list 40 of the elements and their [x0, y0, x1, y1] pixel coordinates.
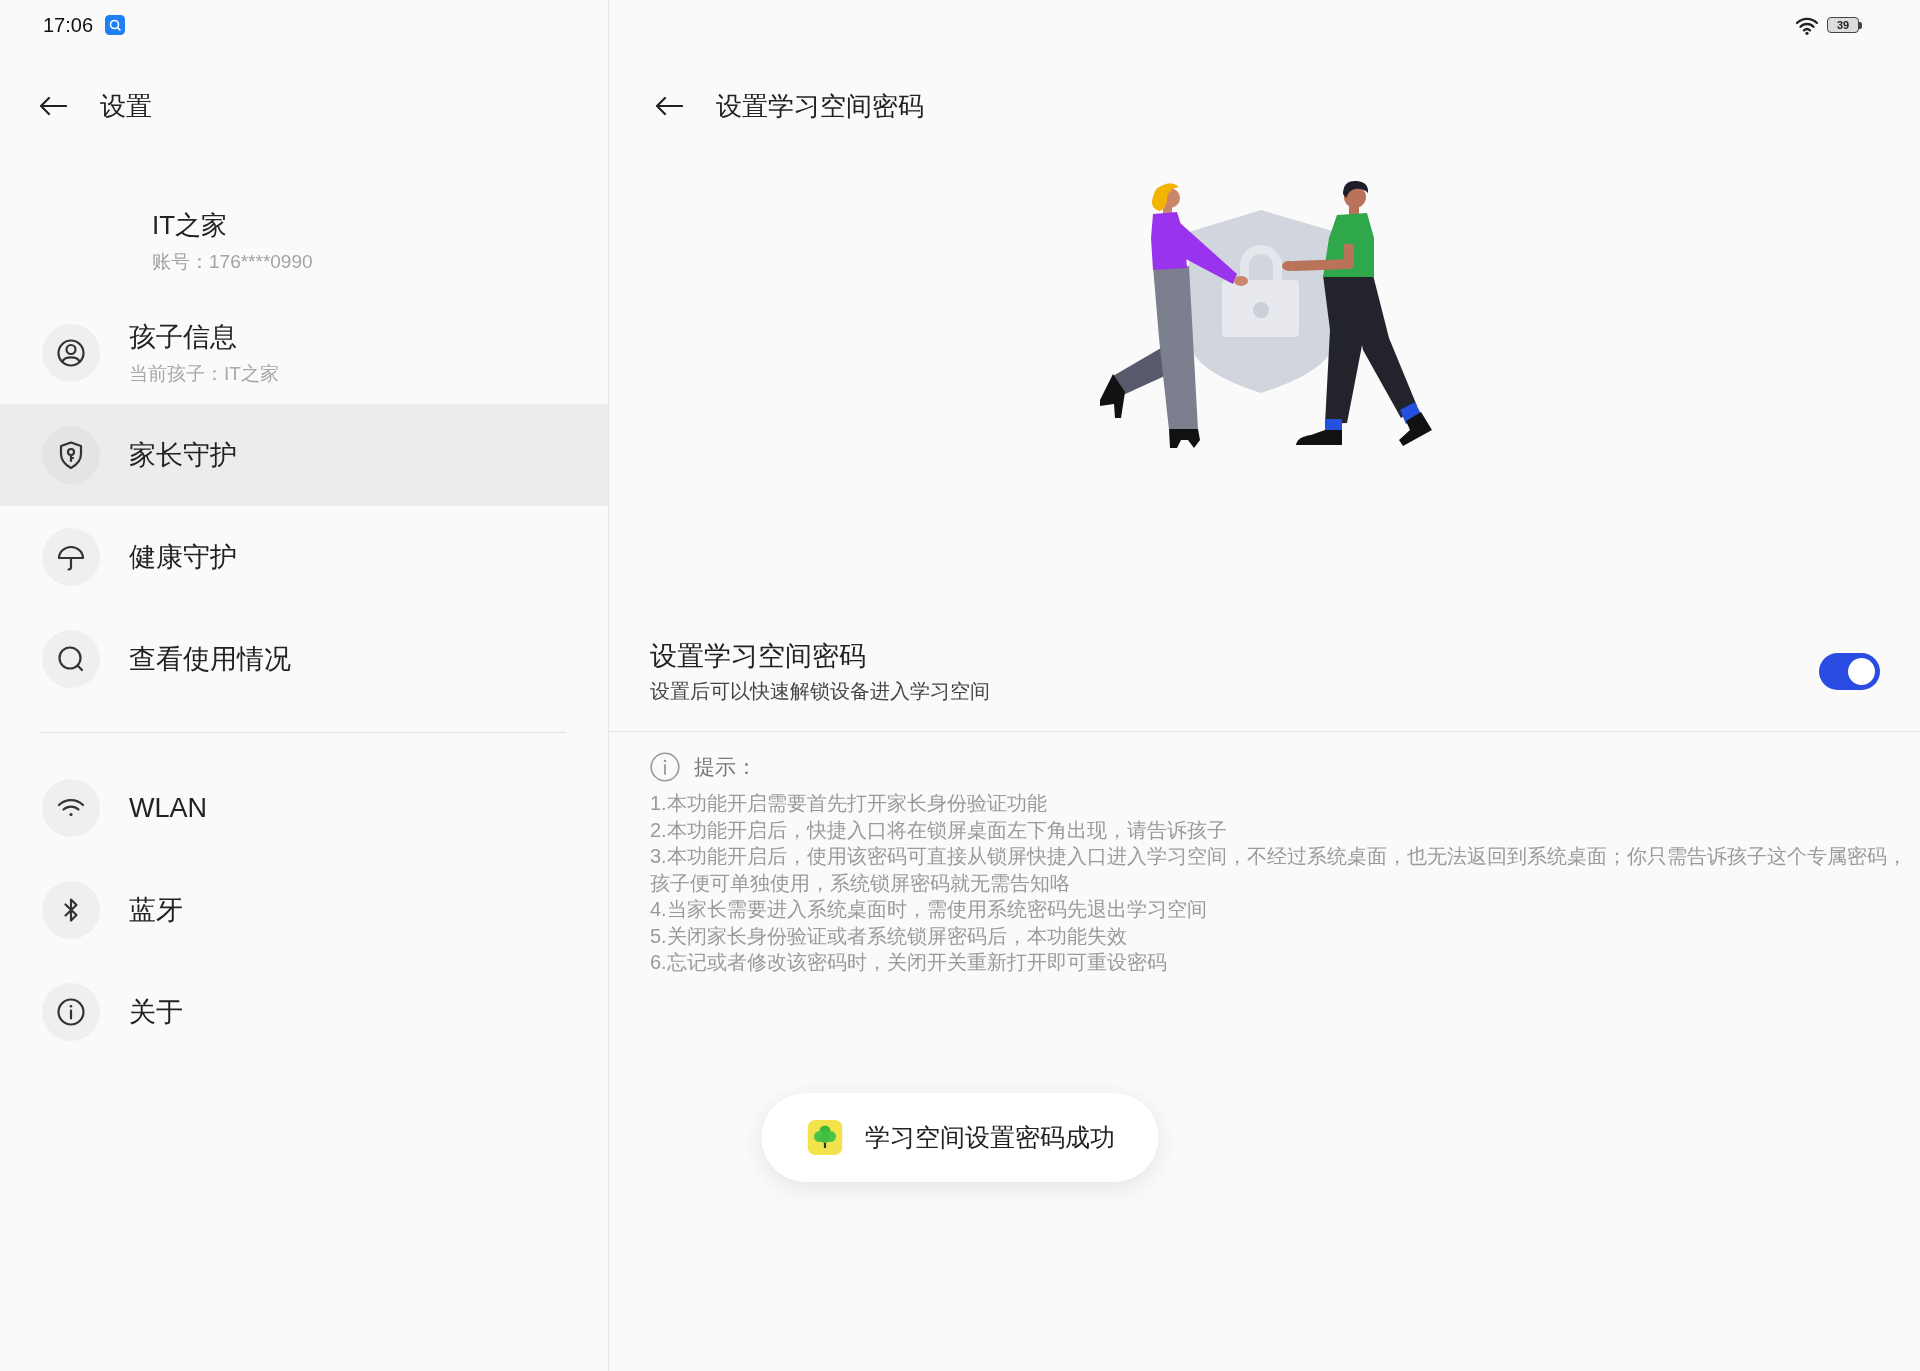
battery-level-text: 39	[1836, 19, 1850, 31]
sidebar-item[interactable]: WLAN	[0, 757, 608, 859]
back-arrow-icon	[655, 96, 683, 116]
setting-title: 设置学习空间密码	[650, 640, 866, 673]
sidebar-item[interactable]: 孩子信息 当前孩子：IT之家	[0, 302, 608, 404]
tip-text: 6.忘记或者修改该密码时，关闭开关重新打开即可重设密码	[650, 950, 1168, 975]
sidebar-title: 设置	[100, 90, 152, 123]
app-notification-icon	[105, 15, 126, 35]
page-title: 设置学习空间密码	[716, 90, 924, 123]
sidebar-item[interactable]: 健康守护	[0, 506, 608, 608]
account-name: IT之家	[152, 209, 228, 242]
bluetooth-icon	[42, 881, 100, 939]
tips-heading: 提示：	[694, 754, 757, 780]
umbrella-icon	[42, 528, 100, 586]
sidebar-item[interactable]: 家长守护	[0, 404, 608, 506]
wifi-icon	[42, 779, 100, 837]
back-button[interactable]	[653, 94, 685, 118]
back-arrow-icon	[39, 96, 67, 116]
info-icon	[650, 752, 680, 782]
sidebar-item[interactable]: 蓝牙	[0, 859, 608, 961]
user-icon	[42, 324, 100, 382]
setting-description: 设置后可以快速解锁设备进入学习空间	[650, 679, 990, 704]
account-number: 账号：176****0990	[152, 250, 313, 274]
tip-text: 3.本功能开启后，使用该密码可直接从锁屏快捷入口进入学习空间，不经过系统桌面，也无法返回到系统桌面；你只需告诉孩子这个专属密码，孩子便可单独使用，系统锁屏密码就无需告知咯	[650, 844, 1908, 896]
tip-text: 4.当家长需要进入系统桌面时，需使用系统密码先退出学习空间	[650, 897, 1208, 922]
tree-app-icon	[807, 1120, 843, 1155]
toast-message: 学习空间设置密码成功	[864, 1122, 1115, 1153]
status-time: 17:06	[43, 13, 94, 37]
back-button[interactable]	[37, 94, 69, 118]
sidebar-item[interactable]: 查看使用情况	[0, 608, 608, 710]
sidebar-item[interactable]: 关于	[0, 961, 608, 1063]
info-icon	[42, 983, 100, 1041]
tip-text: 2.本功能开启后，快捷入口将在锁屏桌面左下角出现，请告诉孩子	[650, 817, 1228, 843]
current-child-text: 当前孩子：IT之家	[129, 361, 279, 386]
toggle-switch[interactable]	[1819, 652, 1880, 690]
search-icon	[42, 630, 100, 688]
shield-icon	[42, 426, 100, 484]
tip-text: 5.关闭家长身份验证或者系统锁屏密码后，本功能失效	[650, 923, 1128, 949]
tip-text: 1.本功能开启需要首先打开家长身份验证功能	[650, 791, 1048, 816]
wifi-signal-icon	[1795, 15, 1819, 35]
